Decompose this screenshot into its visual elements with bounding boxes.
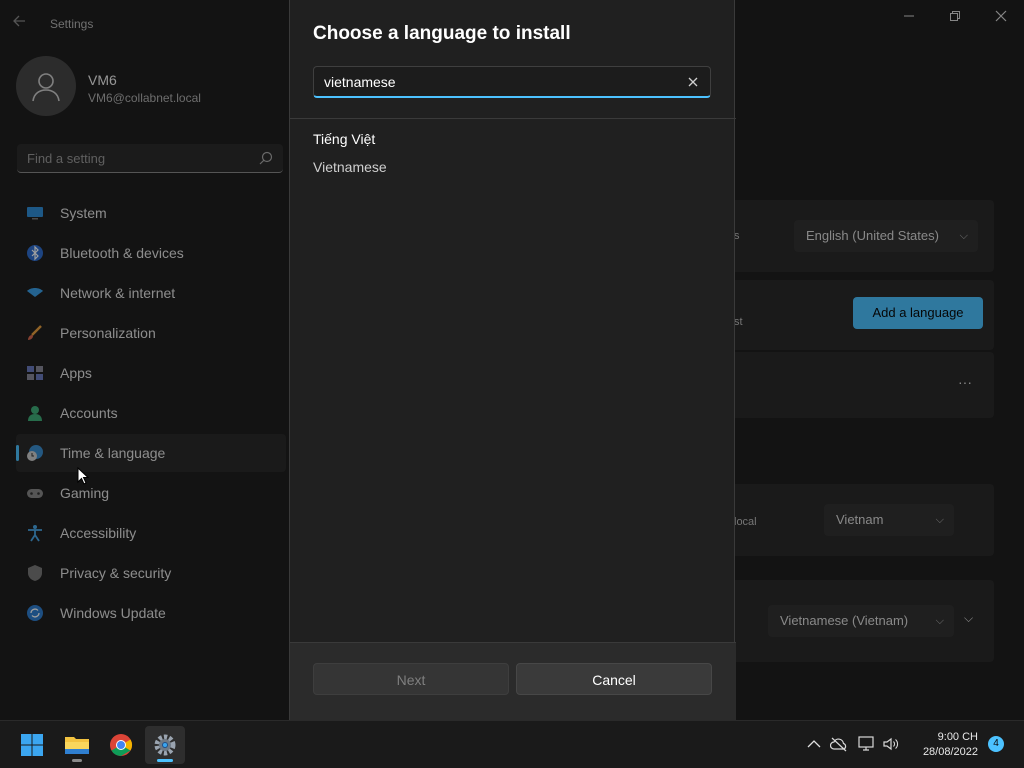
taskbar: 9:00 CH 28/08/2022 <box>0 720 1024 768</box>
language-search-input[interactable] <box>324 72 664 92</box>
running-indicator <box>157 759 173 762</box>
taskbar-file-explorer[interactable] <box>57 726 97 764</box>
settings-gear-icon <box>154 734 176 756</box>
language-search-box[interactable] <box>313 66 711 98</box>
network-icon[interactable] <box>858 736 876 754</box>
cancel-button[interactable]: Cancel <box>516 663 712 695</box>
taskbar-settings[interactable] <box>145 726 185 764</box>
language-result-item[interactable]: Tiếng Việt Vietnamese <box>313 128 711 180</box>
language-english-name: Vietnamese <box>313 159 387 175</box>
system-clock[interactable]: 9:00 CH 28/08/2022 <box>903 730 978 760</box>
clear-icon[interactable] <box>686 75 700 89</box>
language-native-name: Tiếng Việt <box>313 131 376 147</box>
mouse-cursor-icon <box>77 466 90 490</box>
chrome-icon <box>110 734 132 756</box>
clock-date: 28/08/2022 <box>922 746 978 758</box>
dialog-title: Choose a language to install <box>313 23 571 44</box>
volume-icon[interactable] <box>882 736 900 754</box>
chevron-up-icon[interactable] <box>806 736 824 754</box>
running-indicator <box>72 759 82 762</box>
next-button[interactable]: Next <box>313 663 509 695</box>
divider <box>290 118 736 119</box>
choose-language-dialog: Choose a language to install Tiếng Việt … <box>289 0 736 720</box>
clock-time: 9:00 CH <box>937 731 978 743</box>
start-button[interactable] <box>12 726 52 764</box>
file-explorer-icon <box>65 737 89 754</box>
start-icon <box>21 734 43 756</box>
taskbar-chrome[interactable] <box>101 726 141 764</box>
onedrive-offline-icon[interactable] <box>829 736 848 754</box>
dialog-footer: Next Cancel <box>290 642 736 720</box>
notification-count-badge[interactable]: 4 <box>988 736 1004 752</box>
